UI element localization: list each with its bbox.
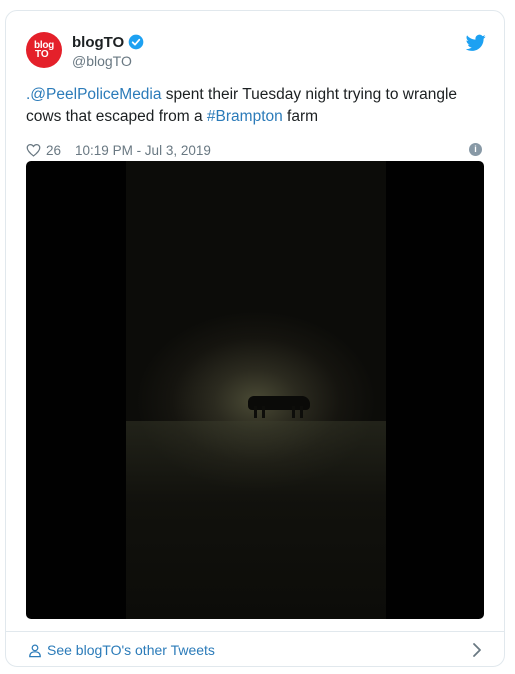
tweet-text-end: farm — [282, 108, 319, 125]
see-other-tweets-link[interactable]: See blogTO's other Tweets — [28, 642, 215, 658]
video-player[interactable] — [26, 161, 484, 619]
cow-silhouette — [248, 396, 310, 418]
info-icon[interactable]: i — [469, 143, 482, 156]
twitter-bird-icon[interactable] — [466, 34, 486, 52]
hashtag-link[interactable]: #Brampton — [207, 108, 283, 125]
see-other-tweets-label: See blogTO's other Tweets — [47, 642, 215, 658]
tweet-footer: See blogTO's other Tweets — [6, 631, 504, 667]
tweet-meta: 26 10:19 PM - Jul 3, 2019 i — [26, 141, 488, 159]
display-name[interactable]: blogTO — [72, 34, 124, 51]
mention-link[interactable]: .@PeelPoliceMedia — [26, 86, 162, 103]
timestamp[interactable]: 10:19 PM - Jul 3, 2019 — [75, 143, 211, 158]
video-grass-area — [126, 421, 386, 619]
tweet-header: blog TO blogTO @blogTO — [26, 31, 486, 75]
heart-icon[interactable] — [26, 143, 41, 157]
tweet-card: blog TO blogTO @blogTO .@PeelPoliceMedia… — [5, 10, 505, 667]
verified-badge-icon — [128, 34, 144, 50]
author-names: blogTO @blogTO — [72, 32, 144, 69]
tweet-text: .@PeelPoliceMedia spent their Tuesday ni… — [26, 84, 488, 128]
user-handle[interactable]: @blogTO — [72, 53, 144, 69]
avatar[interactable]: blog TO — [26, 32, 62, 68]
like-count[interactable]: 26 — [46, 143, 61, 158]
person-icon — [29, 643, 41, 657]
chevron-right-icon[interactable] — [472, 642, 482, 658]
avatar-text-line2: TO — [35, 49, 49, 60]
